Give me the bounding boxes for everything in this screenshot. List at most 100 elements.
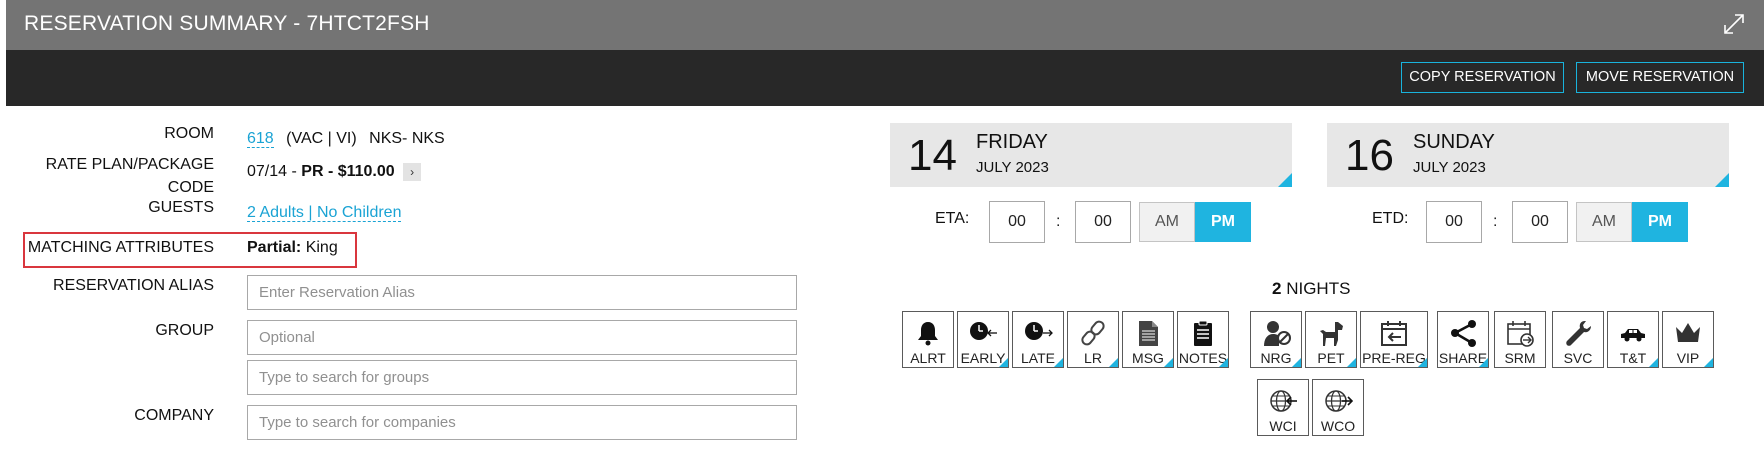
notes-icon (1194, 320, 1212, 346)
eta-pm-toggle[interactable]: PM (1195, 202, 1251, 242)
srm-button[interactable]: SRM (1494, 311, 1546, 368)
web-checkout-icon (1325, 390, 1353, 412)
alrt-button[interactable]: ALRT (902, 311, 954, 368)
group-input[interactable] (247, 320, 797, 355)
late-button[interactable]: LATE (1012, 311, 1064, 368)
arrival-date-card[interactable]: 14 FRIDAY JULY 2023 (890, 123, 1292, 187)
tnt-corner-marker (1649, 358, 1658, 367)
wci-button[interactable]: WCI (1257, 379, 1309, 436)
rate-date: 07/14 - (247, 163, 302, 181)
rate-plan-label: RATE PLAN/PACKAGE CODE (6, 153, 214, 199)
matching-attributes-label: MATCHING ATTRIBUTES (27, 239, 214, 256)
srm-label: SRM (1504, 350, 1536, 366)
company-search-input[interactable] (247, 405, 797, 440)
pre-reg-button[interactable]: PRE-REG (1360, 311, 1428, 368)
eta-colon: : (1056, 213, 1061, 230)
arrival-month-year: JULY 2023 (976, 159, 1049, 176)
early-checkin-icon (970, 322, 997, 340)
wrench-icon (1566, 321, 1591, 346)
msg-corner-marker (1164, 358, 1173, 367)
room-type: NKS- NKS (369, 130, 445, 147)
reservation-alias-input[interactable] (247, 275, 797, 310)
late-checkout-icon (1025, 322, 1053, 340)
wci-label: WCI (1269, 418, 1297, 434)
pet-corner-marker (1347, 358, 1356, 367)
vip-button[interactable]: VIP (1662, 311, 1714, 368)
pre-reg-corner-marker (1418, 358, 1427, 367)
eta-label: ETA: (935, 210, 970, 227)
notes-button[interactable]: NOTES (1177, 311, 1229, 368)
company-label: COMPANY (134, 407, 214, 424)
etd-label: ETD: (1372, 210, 1409, 227)
share-button[interactable]: SHARE (1437, 311, 1489, 368)
svc-label: SVC (1563, 350, 1593, 366)
pet-button[interactable]: PET (1305, 311, 1357, 368)
wco-button[interactable]: WCO (1312, 379, 1364, 436)
eta-am-toggle[interactable]: AM (1139, 202, 1195, 242)
msg-button[interactable]: MSG (1122, 311, 1174, 368)
lr-corner-marker (1109, 358, 1118, 367)
rate-plan-value: 07/14 - PR - $110.00 › (247, 163, 422, 181)
crown-icon (1676, 323, 1700, 342)
notes-corner-marker (1219, 358, 1228, 367)
expand-icon[interactable] (1722, 12, 1746, 36)
move-reservation-button[interactable]: MOVE RESERVATION (1576, 62, 1744, 93)
room-number-link[interactable]: 618 (247, 130, 274, 148)
lr-button[interactable]: LR (1067, 311, 1119, 368)
copy-reservation-button[interactable]: COPY RESERVATION (1401, 62, 1564, 93)
svc-button[interactable]: SVC (1552, 311, 1604, 368)
pre-register-icon (1381, 321, 1407, 346)
title-bar: RESERVATION SUMMARY - 7HTCT2FSH (6, 0, 1764, 50)
guests-value: 2 Adults | No Children (247, 204, 402, 222)
message-icon (1139, 321, 1158, 346)
rate-plan-label-line2: CODE (167, 179, 214, 196)
etd-am-toggle[interactable]: AM (1576, 202, 1632, 242)
share-corner-marker (1479, 358, 1488, 367)
late-corner-marker (1054, 358, 1063, 367)
web-checkin-icon (1270, 390, 1297, 412)
vip-corner-marker (1704, 358, 1713, 367)
pet-icon (1320, 322, 1343, 346)
rate-plan-label-line1: RATE PLAN/PACKAGE (45, 156, 214, 173)
srm-calendar-icon (1507, 321, 1534, 347)
guests-label: GUESTS (148, 199, 214, 216)
arrival-weekday: FRIDAY (976, 131, 1048, 153)
action-toolbar: COPY RESERVATION MOVE RESERVATION (6, 50, 1764, 106)
guests-link[interactable]: 2 Adults | No Children (247, 204, 402, 222)
eta-hour-input[interactable] (989, 201, 1045, 243)
room-status: (VAC | VI) (286, 130, 357, 147)
matching-prefix: Partial: (247, 239, 302, 256)
matching-attributes-value: Partial: King (247, 239, 338, 257)
arrival-day: 14 (908, 131, 957, 180)
nights-label: NIGHTS (1281, 279, 1351, 298)
early-button[interactable]: EARLY (957, 311, 1009, 368)
bell-icon (918, 322, 938, 346)
share-icon (1451, 320, 1476, 347)
etd-pm-toggle[interactable]: PM (1632, 202, 1688, 242)
alrt-label: ALRT (910, 350, 946, 366)
departure-day: 16 (1345, 131, 1394, 180)
group-label: GROUP (155, 322, 214, 339)
departure-date-card[interactable]: 16 SUNDAY JULY 2023 (1327, 123, 1729, 187)
nrg-corner-marker (1292, 358, 1301, 367)
room-label: ROOM (164, 125, 214, 142)
etd-colon: : (1493, 213, 1498, 230)
link-icon (1081, 320, 1105, 346)
nrg-button[interactable]: NRG (1250, 311, 1302, 368)
eta-minute-input[interactable] (1075, 201, 1131, 243)
etd-minute-input[interactable] (1512, 201, 1568, 243)
etd-hour-input[interactable] (1426, 201, 1482, 243)
wco-label: WCO (1320, 418, 1356, 434)
rate-amount: PR - $110.00 (301, 163, 395, 181)
arrival-corner-marker (1278, 173, 1292, 187)
reservation-summary-panel: RESERVATION SUMMARY - 7HTCT2FSH COPY RES… (6, 0, 1764, 467)
matching-value: King (301, 239, 338, 256)
no-guest-icon (1264, 321, 1291, 346)
early-corner-marker (999, 358, 1008, 367)
tnt-button[interactable]: T&T (1607, 311, 1659, 368)
departure-weekday: SUNDAY (1413, 131, 1495, 153)
page-title: RESERVATION SUMMARY - 7HTCT2FSH (24, 12, 430, 35)
rate-details-chevron-icon[interactable]: › (403, 163, 422, 181)
room-value: 618 (VAC | VI) NKS- NKS (247, 130, 445, 148)
group-search-input[interactable] (247, 360, 797, 395)
